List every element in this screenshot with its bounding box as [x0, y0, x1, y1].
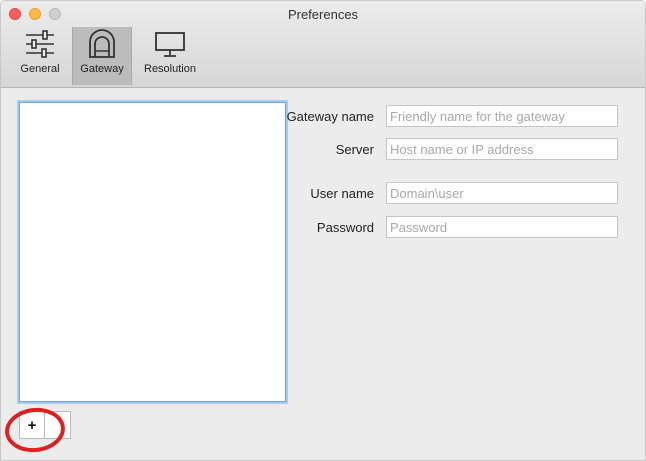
toolbar: Preferences General Gateway Resolution: [1, 1, 645, 88]
server-label: Server: [335, 141, 374, 157]
user-name-label: User name: [310, 185, 374, 201]
user-name-field[interactable]: [386, 182, 618, 204]
password-field[interactable]: [386, 216, 618, 238]
server-field[interactable]: [386, 138, 618, 160]
gateway-name-field[interactable]: [386, 105, 618, 127]
gateway-name-label: Gateway name: [286, 108, 374, 124]
monitor-icon: [155, 32, 185, 57]
gateway-pane: + Gateway name Server User name Password: [1, 88, 645, 460]
tab-resolution-label: Resolution: [144, 63, 196, 75]
tab-general-label: General: [20, 63, 60, 75]
tab-general[interactable]: General: [11, 27, 69, 85]
user-name-row: User name: [286, 182, 618, 204]
preferences-window: Preferences General Gateway Resolution +…: [0, 0, 646, 461]
window-title: Preferences: [287, 7, 359, 22]
gateway-icon: [89, 29, 115, 58]
add-gateway-button[interactable]: +: [19, 411, 45, 439]
gateway-list[interactable]: [19, 102, 286, 402]
server-row: Server: [286, 138, 618, 160]
password-label: Password: [316, 219, 374, 235]
sliders-icon: [26, 30, 54, 58]
tab-gateway-label: Gateway: [80, 63, 124, 75]
tab-gateway[interactable]: Gateway: [72, 27, 132, 85]
password-row: Password: [286, 216, 618, 238]
gateway-name-row: Gateway name: [286, 105, 618, 127]
remove-gateway-button[interactable]: [45, 411, 71, 439]
tab-resolution[interactable]: Resolution: [139, 27, 201, 85]
add-remove-control: +: [19, 411, 71, 439]
